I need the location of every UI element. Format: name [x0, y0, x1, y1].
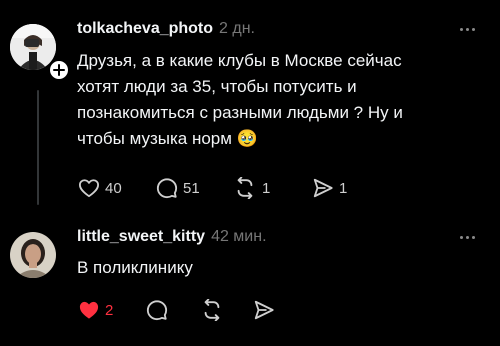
comment-icon — [146, 300, 168, 321]
comment-button[interactable]: 51 — [156, 177, 233, 199]
post-actions: 40 51 1 1 — [78, 177, 347, 199]
username[interactable]: little_sweet_kitty — [77, 228, 205, 246]
heart-icon — [79, 179, 99, 198]
repost-button[interactable]: 1 — [233, 177, 312, 199]
post-text-line: В поликлинику — [77, 258, 193, 277]
timestamp: 2 дн. — [219, 20, 255, 37]
post-text: Друзья, а в какие клубы в Москве сейчас … — [77, 48, 403, 152]
post-text-line: Друзья, а в какие клубы в Москве сейчас — [77, 51, 402, 70]
comment-icon — [156, 178, 178, 199]
post-text-line: чтобы музыка норм 🥹 — [77, 129, 258, 148]
more-icon[interactable] — [460, 28, 475, 31]
share-button[interactable] — [253, 299, 275, 321]
plus-icon — [53, 64, 65, 76]
comment-button[interactable] — [146, 299, 200, 321]
post-actions: 2 — [78, 299, 275, 321]
share-count: 1 — [339, 179, 348, 197]
more-icon[interactable] — [460, 236, 475, 239]
share-icon — [254, 300, 274, 320]
like-button[interactable]: 2 — [78, 300, 146, 320]
timestamp: 42 мин. — [211, 228, 267, 245]
post-text: В поликлинику — [77, 255, 193, 281]
repost-count: 1 — [262, 179, 271, 197]
post-text-line: познакомиться с разными людьми ? Ну и — [77, 103, 403, 122]
like-count: 40 — [105, 179, 122, 197]
like-count: 2 — [105, 301, 114, 319]
repost-icon — [204, 299, 220, 321]
share-button[interactable]: 1 — [312, 177, 347, 199]
heart-filled-icon — [79, 301, 99, 319]
follow-button[interactable] — [48, 59, 70, 81]
repost-icon — [237, 177, 253, 199]
thread-reply: little_sweet_kitty 42 мин. В поликлинику… — [0, 215, 500, 346]
post-text-line: хотят люди за 35, чтобы потусить и — [77, 77, 357, 96]
avatar[interactable] — [10, 232, 56, 278]
like-button[interactable]: 40 — [78, 178, 156, 198]
comment-count: 51 — [183, 179, 200, 197]
share-icon — [313, 178, 333, 198]
thread-post: tolkacheva_photo 2 дн. Друзья, а в какие… — [0, 0, 500, 215]
thread-line — [37, 90, 39, 205]
repost-button[interactable] — [200, 299, 253, 321]
username[interactable]: tolkacheva_photo — [77, 20, 213, 38]
